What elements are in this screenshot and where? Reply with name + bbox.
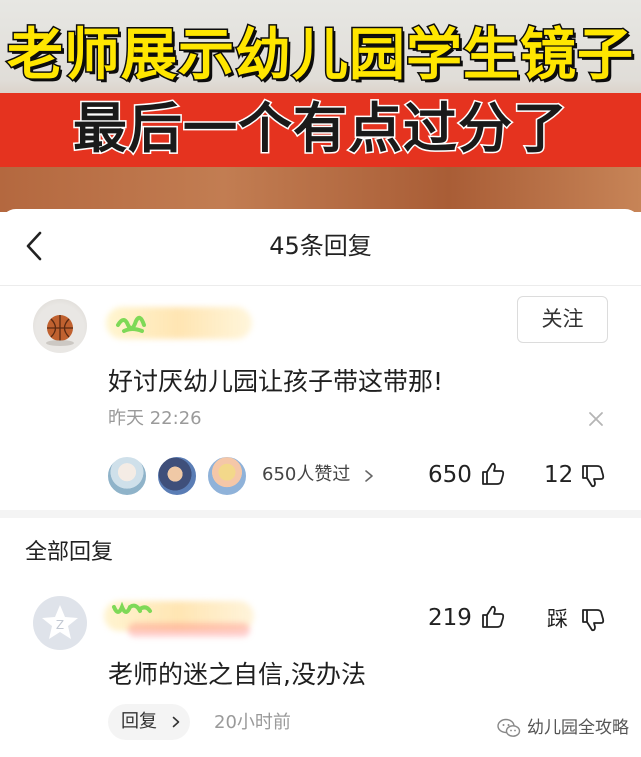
- close-icon[interactable]: [585, 408, 607, 430]
- thumb-down-icon[interactable]: [580, 607, 606, 633]
- chevron-right-icon: [172, 716, 180, 728]
- section-divider: [0, 510, 641, 518]
- wechat-icon: [497, 718, 521, 737]
- banner-video-background: [0, 167, 641, 212]
- thumb-up-icon[interactable]: [480, 604, 506, 630]
- banner-title-line2: 最后一个有点过分了: [72, 96, 569, 162]
- liker-avatar[interactable]: [206, 455, 248, 497]
- chevron-right-icon: [365, 470, 373, 482]
- reply-text: 老师的迷之自信,没办法: [108, 660, 366, 689]
- all-replies-heading: 全部回复: [25, 540, 114, 565]
- reply-button[interactable]: 回复: [108, 704, 190, 740]
- reply-like-count: 219: [428, 605, 472, 631]
- likes-summary-link[interactable]: 650人赞过: [262, 461, 350, 489]
- reply-button-label: 回复: [121, 711, 157, 732]
- liker-avatar[interactable]: [106, 455, 148, 497]
- default-qq-avatar-icon: Z: [42, 605, 78, 639]
- avatar[interactable]: Z: [33, 596, 87, 650]
- header-divider: [0, 285, 641, 286]
- comment-timestamp: 昨天 22:26: [108, 408, 202, 429]
- reply-timestamp: 20小时前: [214, 712, 291, 733]
- dislike-count: 12: [544, 462, 574, 488]
- comment-text: 好讨厌幼儿园让孩子带这带那!: [108, 367, 444, 396]
- thumb-up-icon[interactable]: [480, 461, 506, 487]
- watermark-text: 幼儿园全攻略: [527, 718, 629, 738]
- basketball-avatar-icon: [46, 315, 74, 346]
- thumb-down-icon[interactable]: [580, 463, 606, 489]
- reply-dislike-label[interactable]: 踩: [547, 604, 568, 634]
- banner-title-line1: 老师展示幼儿园学生镜子: [6, 22, 635, 90]
- reply-panel: 45条回复 关注 好讨厌幼儿园让孩子带这带那! 昨天 22:26 650人赞过 …: [0, 209, 641, 757]
- liker-avatar[interactable]: [156, 455, 198, 497]
- video-banner: 老师展示幼儿园学生镜子 最后一个有点过分了: [0, 0, 641, 212]
- svg-text:Z: Z: [56, 618, 64, 632]
- panel-title: 45条回复: [269, 232, 372, 260]
- like-count: 650: [428, 462, 472, 488]
- user-tag-redacted: [128, 623, 250, 637]
- avatar[interactable]: [33, 299, 87, 353]
- username-scribble: [112, 601, 152, 614]
- username-scribble: [116, 315, 146, 333]
- panel-header: 45条回复: [0, 209, 641, 285]
- follow-button[interactable]: 关注: [517, 296, 608, 343]
